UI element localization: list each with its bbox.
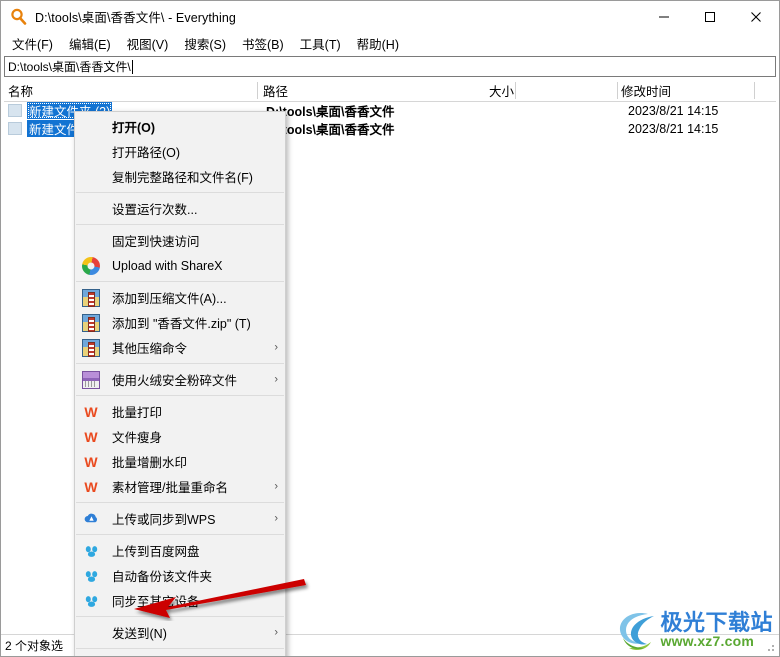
folder-icon <box>8 104 22 117</box>
menu-tools[interactable]: 工具(T) <box>292 32 349 55</box>
ctx-add-to-archive[interactable]: 添加到压缩文件(A)... <box>75 285 285 310</box>
ctx-open[interactable]: 打开(O) <box>75 114 285 139</box>
wps-icon: W <box>84 428 98 445</box>
ctx-upload-wps[interactable]: 上传或同步到WPS › <box>75 506 285 531</box>
ctx-file-slimming[interactable]: W 文件瘦身 <box>75 424 285 449</box>
chevron-right-icon: › <box>274 626 278 638</box>
everything-window: D:\tools\桌面\香香文件\ - Everything 文件(F) 编辑(… <box>0 0 780 657</box>
ctx-batch-watermark-label: 批量增删水印 <box>112 456 188 470</box>
column-divider[interactable] <box>617 82 618 99</box>
ctx-other-archive-commands[interactable]: 其他压缩命令 › <box>75 335 285 360</box>
menu-help[interactable]: 帮助(H) <box>349 32 407 55</box>
menu-separator <box>76 502 284 503</box>
chevron-right-icon: › <box>274 341 278 353</box>
magnifier-icon <box>10 8 27 25</box>
column-divider[interactable] <box>754 82 755 99</box>
status-text: 2 个对象选 <box>5 639 64 653</box>
ctx-open-path[interactable]: 打开路径(O) <box>75 139 285 164</box>
menu-separator <box>76 224 284 225</box>
menu-edit[interactable]: 编辑(E) <box>61 32 119 55</box>
ctx-upload-sharex-label: Upload with ShareX <box>112 258 223 273</box>
ctx-material-rename[interactable]: W 素材管理/批量重命名 › <box>75 474 285 499</box>
shredder-icon <box>82 370 100 389</box>
chevron-right-icon: › <box>274 373 278 385</box>
sharex-icon <box>82 256 100 275</box>
xz7-logo-icon <box>614 608 662 652</box>
column-divider[interactable] <box>515 82 516 99</box>
ctx-upload-baidu[interactable]: 上传到百度网盘 <box>75 538 285 563</box>
menu-separator <box>76 192 284 193</box>
chevron-right-icon: › <box>274 480 278 492</box>
menu-separator <box>76 395 284 396</box>
menu-separator <box>76 281 284 282</box>
ctx-upload-sharex[interactable]: Upload with ShareX <box>75 253 285 278</box>
ctx-upload-wps-label: 上传或同步到WPS <box>112 513 216 527</box>
column-header-row: 名称 路径 大小 修改时间 <box>4 80 776 102</box>
ctx-batch-print[interactable]: W 批量打印 <box>75 399 285 424</box>
ctx-pin-quick-access[interactable]: 固定到快速访问 <box>75 228 285 253</box>
wps-cloud-icon <box>82 510 100 528</box>
folder-icon <box>8 122 22 135</box>
search-input-value: D:\tools\桌面\香香文件\ <box>8 60 131 74</box>
window-controls <box>641 1 779 32</box>
menu-bookmark[interactable]: 书签(B) <box>234 32 292 55</box>
ctx-batch-watermark[interactable]: W 批量增删水印 <box>75 449 285 474</box>
ctx-upload-baidu-label: 上传到百度网盘 <box>112 545 200 559</box>
ctx-other-archive-commands-label: 其他压缩命令 <box>112 342 188 356</box>
file-size <box>424 120 514 137</box>
ctx-huorong-shred-label: 使用火绒安全粉碎文件 <box>112 374 238 388</box>
annotation-arrow <box>126 576 311 626</box>
ctx-set-run-count[interactable]: 设置运行次数... <box>75 196 285 221</box>
baidu-cloud-icon <box>82 542 100 560</box>
winrar-icon <box>82 288 100 307</box>
column-divider[interactable] <box>257 82 258 99</box>
title-bar: D:\tools\桌面\香香文件\ - Everything <box>1 1 779 32</box>
minimize-button[interactable] <box>641 1 687 32</box>
baidu-cloud-icon <box>82 567 100 585</box>
ctx-open-label: 打开(O) <box>112 121 156 135</box>
ctx-huorong-shred[interactable]: 使用火绒安全粉碎文件 › <box>75 367 285 392</box>
baidu-cloud-icon <box>82 592 100 610</box>
ctx-batch-print-label: 批量打印 <box>112 406 163 420</box>
column-size[interactable]: 大小 <box>474 80 514 101</box>
ctx-pin-quick-access-label: 固定到快速访问 <box>112 235 200 249</box>
ctx-add-to-zip-label: 添加到 "香香文件.zip" (T) <box>112 317 251 331</box>
watermark-subtitle: www.xz7.com <box>660 632 754 649</box>
ctx-copy-full-path[interactable]: 复制完整路径和文件名(F) <box>75 164 285 189</box>
window-title: D:\tools\桌面\香香文件\ - Everything <box>35 11 236 25</box>
ctx-set-run-count-label: 设置运行次数... <box>112 203 198 217</box>
chevron-right-icon: › <box>274 512 278 524</box>
ctx-add-to-zip[interactable]: 添加到 "香香文件.zip" (T) <box>75 310 285 335</box>
maximize-button[interactable] <box>687 1 733 32</box>
file-modified: 2023/8/21 14:15 <box>628 103 719 118</box>
ctx-material-rename-label: 素材管理/批量重命名 <box>112 481 228 495</box>
winrar-icon <box>82 313 100 332</box>
ctx-file-slimming-label: 文件瘦身 <box>112 431 163 445</box>
file-modified: 2023/8/21 14:15 <box>628 121 719 136</box>
watermark-title: 极光下载站 <box>660 609 773 635</box>
menu-file[interactable]: 文件(F) <box>4 32 61 55</box>
menu-separator <box>76 534 284 535</box>
column-path[interactable]: 路径 <box>263 80 288 101</box>
column-name[interactable]: 名称 <box>8 80 33 101</box>
text-caret <box>131 59 133 74</box>
ctx-open-path-label: 打开路径(O) <box>112 146 181 160</box>
ctx-add-to-archive-label: 添加到压缩文件(A)... <box>112 292 227 306</box>
file-size <box>424 102 514 119</box>
ctx-copy-full-path-label: 复制完整路径和文件名(F) <box>112 171 253 185</box>
wps-icon: W <box>84 478 98 495</box>
close-button[interactable] <box>733 1 779 32</box>
menu-view[interactable]: 视图(V) <box>119 32 177 55</box>
menu-bar: 文件(F) 编辑(E) 视图(V) 搜索(S) 书签(B) 工具(T) 帮助(H… <box>1 32 779 54</box>
watermark: 极光下载站 www.xz7.com <box>614 608 773 652</box>
wps-icon: W <box>84 403 98 420</box>
column-modified[interactable]: 修改时间 <box>621 80 671 101</box>
search-input[interactable]: D:\tools\桌面\香香文件\ <box>4 56 776 77</box>
winrar-icon <box>82 338 100 357</box>
menu-separator <box>76 363 284 364</box>
menu-separator <box>76 648 284 649</box>
wps-icon: W <box>84 453 98 470</box>
ctx-cut[interactable]: 剪切(T) <box>75 652 285 656</box>
menu-search[interactable]: 搜索(S) <box>176 32 234 55</box>
